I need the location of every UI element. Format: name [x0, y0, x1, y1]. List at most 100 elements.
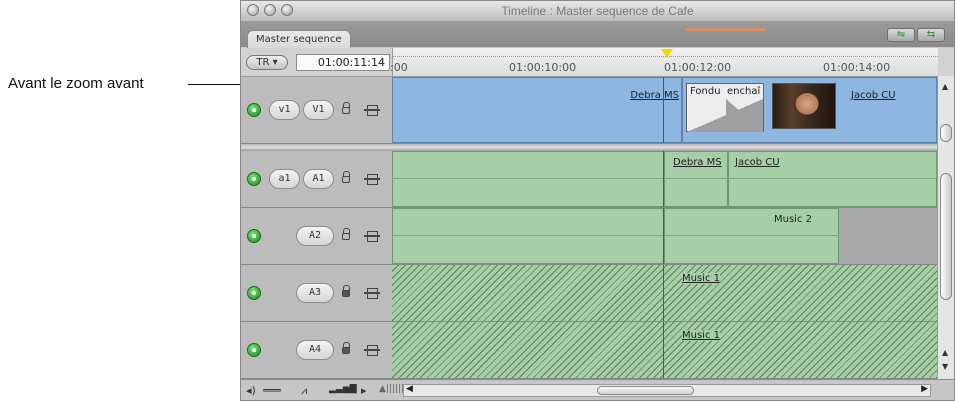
track-header-v1: v1 V1	[241, 77, 392, 144]
in-out-range-marker	[686, 28, 766, 31]
video-audio-divider[interactable]	[241, 144, 954, 151]
keyframe-icon[interactable]: ⩘	[301, 384, 307, 398]
audio-waveform-toggle-icon[interactable]: ◂)	[246, 384, 256, 397]
track-content-a3: Music 1	[392, 265, 937, 322]
scroll-down-icon[interactable]: ▼	[942, 362, 948, 371]
clip-label: Jacob CU	[735, 157, 780, 168]
track-header-a2: A2	[241, 208, 392, 265]
link-icon[interactable]	[364, 174, 380, 185]
transition-label: Fondu	[690, 86, 721, 97]
lock-icon[interactable]	[342, 285, 350, 297]
link-icon[interactable]	[364, 105, 380, 116]
scroll-up-icon[interactable]: ▲	[942, 348, 948, 357]
bottom-toolbar: ◂) ═══ ⩘ ▂▃▅▇ ▸ ▲|||||| ◀ ▶	[241, 379, 954, 400]
lock-icon[interactable]	[342, 228, 350, 240]
audio-enable-icon[interactable]	[247, 172, 261, 186]
track-a1: a1 A1 Debra MS Jacob CU	[241, 151, 937, 208]
transition-ramp-out	[726, 99, 764, 132]
cross-dissolve-transition[interactable]: Fondu enchaî	[686, 83, 764, 132]
locked-track-hatch	[392, 322, 937, 378]
audio-enable-icon[interactable]	[247, 343, 261, 357]
time-ruler[interactable]: :00 01:00:10:00 01:00:12:00 01:00:14:00	[390, 48, 938, 76]
audio-enable-icon[interactable]	[247, 286, 261, 300]
track-height-icon[interactable]: ▂▃▅▇	[329, 384, 357, 394]
linking-button[interactable]: ⇆	[917, 28, 945, 42]
clip-a2-empty[interactable]	[392, 208, 664, 264]
empty-gap	[839, 208, 937, 264]
playhead-line	[663, 265, 664, 321]
clip-a1-debra-ms[interactable]: Debra MS	[664, 151, 728, 207]
scroll-arrow-icon[interactable]: ▸	[361, 384, 367, 397]
lock-icon[interactable]	[342, 171, 350, 183]
playhead-handle[interactable]	[661, 49, 673, 58]
ruler-label: :00	[390, 61, 408, 74]
scroll-right-icon[interactable]: ▶	[921, 384, 928, 394]
track-content-a1: Debra MS Jacob CU	[392, 151, 937, 208]
ruler-label: 01:00:10:00	[509, 61, 577, 74]
title-bar[interactable]: Timeline : Master sequence de Cafe	[241, 1, 954, 22]
locked-track-hatch	[392, 265, 937, 321]
clip-thumbnail	[772, 83, 836, 129]
callout-line	[188, 84, 240, 85]
scroll-up-icon[interactable]: ▲	[942, 82, 948, 91]
clip-label: Debra MS	[673, 157, 722, 168]
clip-v1-debra-ms[interactable]: Debra MS	[392, 77, 682, 143]
clip-overlay-icon[interactable]: ═══	[263, 384, 281, 397]
video-scroll-thumb[interactable]	[940, 124, 952, 142]
track-a4: A4 Music 1	[241, 322, 937, 379]
horizontal-scroll-thumb[interactable]	[597, 386, 694, 395]
playhead-line	[663, 77, 664, 143]
dest-control-a2[interactable]: A2	[296, 226, 334, 246]
dest-control-a3[interactable]: A3	[296, 283, 334, 303]
source-control-a1[interactable]: a1	[269, 169, 300, 189]
ruler-label: 01:00:12:00	[664, 61, 732, 74]
audio-level-line	[392, 235, 839, 236]
source-control-v1[interactable]: v1	[269, 100, 300, 120]
track-content-a2: Music 2	[392, 208, 937, 265]
track-v1: v1 V1 Debra MS Jacob CU Fondu enchaî	[241, 77, 937, 144]
audio-level-line	[392, 178, 937, 179]
timeline-window: Timeline : Master sequence de Cafe Maste…	[240, 0, 955, 401]
track-height-button[interactable]: TR ▾	[246, 55, 288, 70]
ruler-label: 01:00:14:00	[823, 61, 891, 74]
clip-label: Music 1	[682, 330, 720, 341]
playhead-line	[663, 151, 664, 207]
track-visibility-icon[interactable]	[247, 103, 261, 117]
playhead-line	[663, 322, 664, 378]
track-content-v1: Debra MS Jacob CU Fondu enchaî	[392, 77, 937, 144]
snapping-button[interactable]: ⇋	[887, 28, 915, 42]
playhead-line	[663, 208, 664, 264]
vertical-scrollbar[interactable]: ▲ ▲ ▼	[937, 76, 954, 381]
clip-label: Jacob CU	[851, 90, 896, 101]
scroll-left-icon[interactable]: ◀	[406, 384, 413, 394]
clip-label: Music 1	[682, 273, 720, 284]
tab-master-sequence[interactable]: Master sequence	[247, 30, 351, 48]
zoom-slider-icon[interactable]: ▲||||||	[379, 384, 404, 394]
timecode-field[interactable]: 01:00:11:14	[296, 54, 390, 71]
track-header-a3: A3	[241, 265, 392, 322]
dest-control-a4[interactable]: A4	[296, 340, 334, 360]
lock-icon[interactable]	[342, 102, 350, 114]
clip-a1-jacob-cu[interactable]: Jacob CU	[728, 151, 937, 207]
horizontal-scrollbar[interactable]: ◀ ▶	[403, 384, 931, 397]
window-title: Timeline : Master sequence de Cafe	[501, 4, 694, 18]
clip-label: Music 2	[774, 214, 812, 225]
audio-enable-icon[interactable]	[247, 229, 261, 243]
track-a3: A3 Music 1	[241, 265, 937, 322]
clip-a1-empty[interactable]	[392, 151, 664, 207]
track-a2: A2 Music 2	[241, 208, 937, 265]
callout-label: Avant le zoom avant	[8, 75, 144, 92]
ruler-row: TR ▾ 01:00:11:14 :00 01:00:10:00 01:00:1…	[241, 48, 954, 77]
link-icon[interactable]	[364, 231, 380, 242]
link-icon[interactable]	[364, 288, 380, 299]
lock-icon[interactable]	[342, 342, 350, 354]
track-header-a4: A4	[241, 322, 392, 379]
audio-scroll-thumb[interactable]	[940, 173, 952, 300]
link-icon[interactable]	[364, 345, 380, 356]
clip-a2-music-2[interactable]: Music 2	[664, 208, 839, 264]
dest-control-v1[interactable]: V1	[303, 100, 334, 120]
clip-label: Debra MS	[630, 90, 679, 101]
tab-row: Master sequence ⇋ ⇆	[241, 22, 954, 48]
transition-label: enchaî	[727, 86, 761, 97]
dest-control-a1[interactable]: A1	[303, 169, 334, 189]
